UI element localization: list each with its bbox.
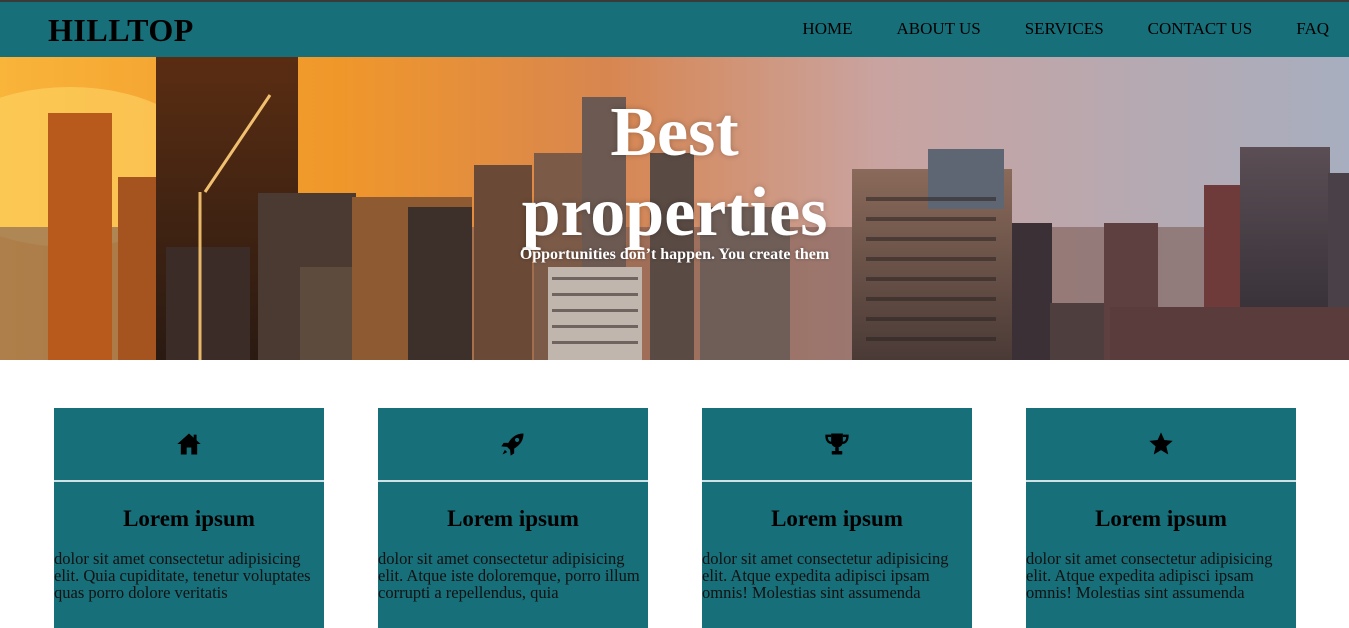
card-title: Lorem ipsum — [1095, 506, 1227, 531]
card-text: dolor sit amet consectetur adipisicing e… — [1026, 549, 1273, 602]
site-logo[interactable]: HILLTOP — [48, 11, 194, 49]
nav-about-us[interactable]: ABOUT US — [896, 18, 980, 40]
top-navbar: HILLTOP HOME ABOUT US SERVICES CONTACT U… — [0, 0, 1349, 57]
home-icon — [177, 433, 201, 455]
card-text: dolor sit amet consectetur adipisicing e… — [378, 549, 640, 602]
hero-title: Best properties — [521, 94, 828, 251]
card-header — [702, 408, 972, 482]
nav-faq[interactable]: FAQ — [1296, 18, 1329, 40]
card-title: Lorem ipsum — [447, 506, 579, 531]
hero-banner: Best properties Opportunities don’t happ… — [0, 57, 1349, 360]
main-nav: HOME ABOUT US SERVICES CONTACT US FAQ — [802, 18, 1329, 40]
hero-subtitle: Opportunities don’t happen. You create t… — [519, 246, 830, 263]
feature-card: Lorem ipsum dolor sit amet consectetur a… — [702, 408, 972, 628]
card-header — [378, 408, 648, 482]
card-text: dolor sit amet consectetur adipisicing e… — [702, 549, 949, 602]
feature-card: Lorem ipsum dolor sit amet consectetur a… — [54, 408, 324, 628]
nav-contact-us[interactable]: CONTACT US — [1148, 18, 1253, 40]
feature-cards: Lorem ipsum dolor sit amet consectetur a… — [54, 408, 1296, 628]
feature-card: Lorem ipsum dolor sit amet consectetur a… — [378, 408, 648, 628]
trophy-icon — [825, 433, 849, 455]
card-header — [1026, 408, 1296, 482]
nav-services[interactable]: SERVICES — [1025, 18, 1104, 40]
hero-text: Best properties Opportunities don’t happ… — [0, 93, 1349, 265]
card-header — [54, 408, 324, 482]
star-icon — [1149, 432, 1173, 455]
nav-home[interactable]: HOME — [802, 18, 852, 40]
card-title: Lorem ipsum — [771, 506, 903, 531]
card-title: Lorem ipsum — [123, 506, 255, 531]
card-text: dolor sit amet consectetur adipisicing e… — [54, 549, 311, 602]
feature-card: Lorem ipsum dolor sit amet consectetur a… — [1026, 408, 1296, 628]
rocket-icon — [501, 433, 524, 456]
